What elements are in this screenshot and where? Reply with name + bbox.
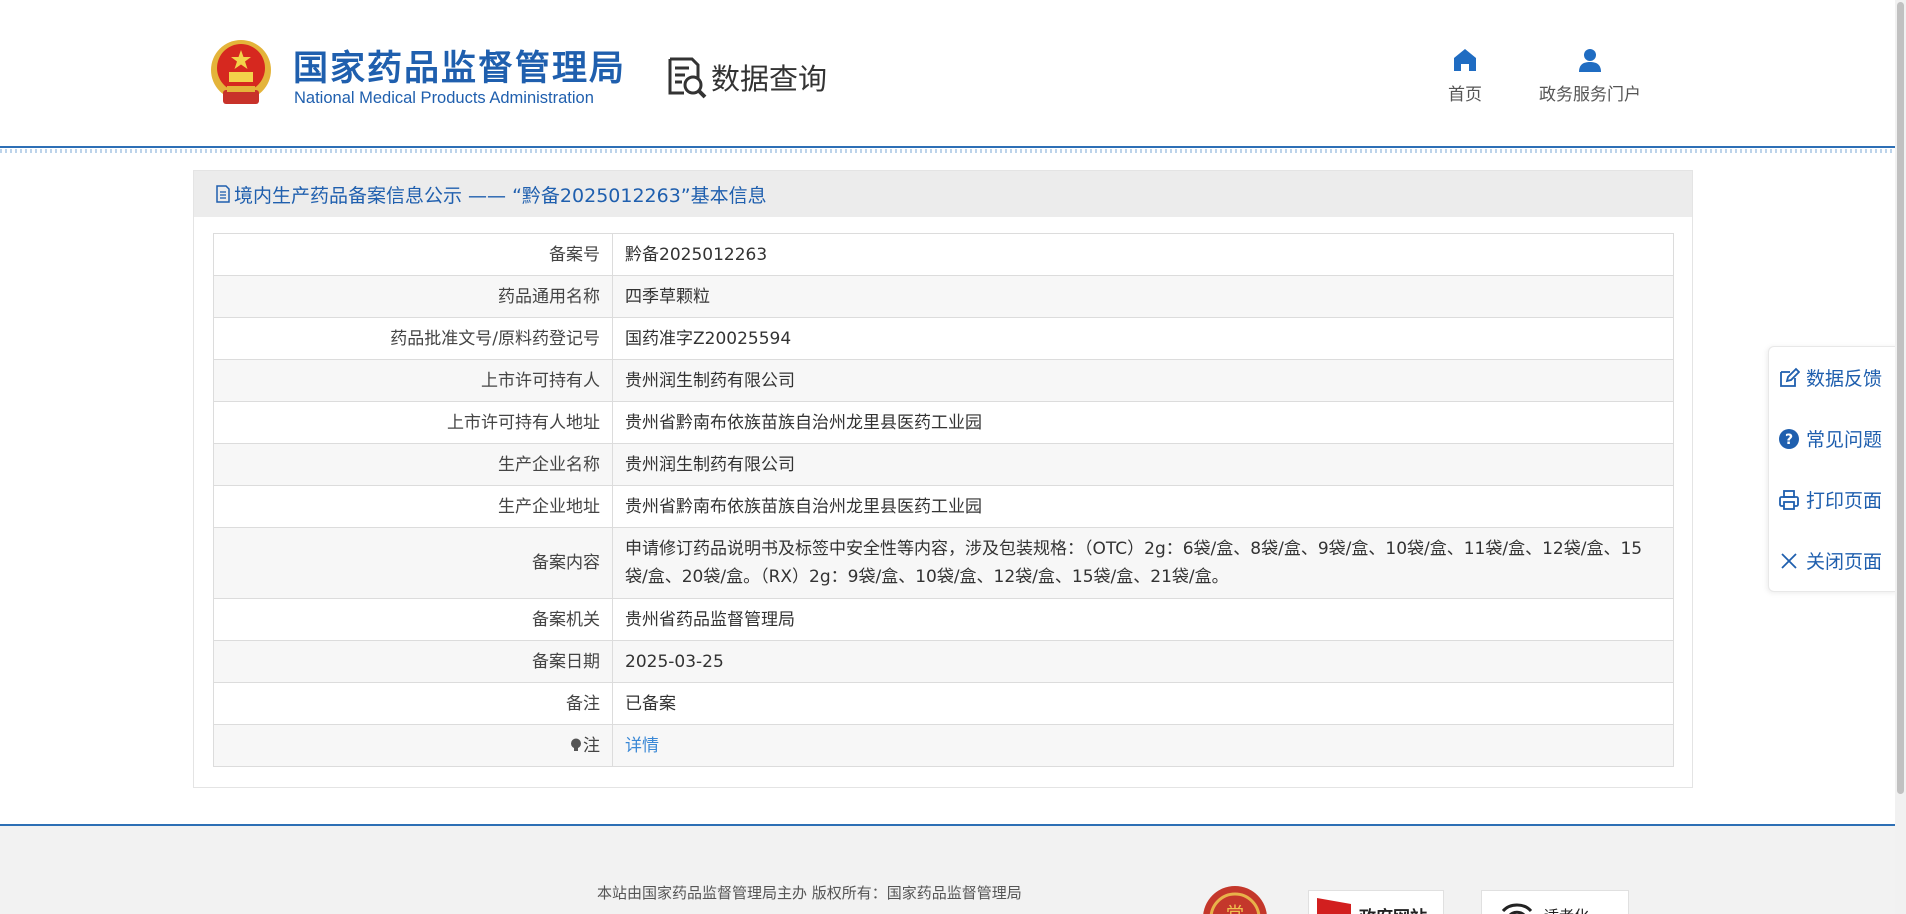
print-button[interactable]: 打印页面 [1769, 469, 1897, 530]
wifi-icon [1501, 903, 1533, 914]
close-icon [1781, 552, 1797, 569]
row-label: 药品通用名称 [213, 275, 613, 318]
page-scrollbar[interactable] [1895, 0, 1906, 914]
table-row: 生产企业名称 贵州润生制药有限公司 [213, 443, 1674, 486]
table-row: 备注 已备案 [213, 682, 1674, 725]
site-footer: 本站由国家药品监督管理局主办 版权所有：国家药品监督管理局 党 政府网站 适老化 [0, 824, 1895, 914]
record-info-table: 备案号 黔备2025012263 药品通用名称 四季草颗粒 药品批准文号/原料药… [213, 233, 1674, 767]
table-row: 生产企业地址 贵州省黔南布依族苗族自治州龙里县医药工业园 [213, 485, 1674, 528]
printer-icon [1779, 489, 1799, 510]
table-row: 上市许可持有人 贵州润生制药有限公司 [213, 359, 1674, 402]
table-row: 备案机关 贵州省药品监督管理局 [213, 598, 1674, 641]
nav-home-label: 首页 [1448, 85, 1482, 105]
floating-toolbar: 数据反馈 ? 常见问题 打印页面 关闭页面 [1768, 346, 1898, 592]
row-label: 备案日期 [213, 640, 613, 683]
data-query-label: 数据查询 [711, 62, 828, 96]
gov-badge-label: 政府网站 [1359, 903, 1427, 914]
row-value: 申请修订药品说明书及标签中安全性等内容，涉及包装规格：（OTC）2g：6袋/盒、… [612, 527, 1674, 599]
scrollbar-thumb[interactable] [1897, 2, 1904, 794]
row-label: 上市许可持有人地址 [213, 401, 613, 444]
national-emblem-icon [211, 40, 271, 104]
row-value: 四季草颗粒 [612, 275, 1674, 318]
faq-label: 常见问题 [1806, 429, 1883, 451]
note-label: 注 [583, 735, 600, 756]
nav-gov-service-portal[interactable]: 政务服务门户 [1536, 46, 1644, 105]
question-icon: ? [1779, 428, 1799, 449]
row-label: 上市许可持有人 [213, 359, 613, 402]
row-value: 详情 [612, 724, 1674, 767]
logo-title-en: National Medical Products Administration [294, 89, 594, 107]
row-value: 贵州省黔南布依族苗族自治州龙里县医药工业园 [612, 485, 1674, 528]
document-icon [216, 185, 230, 203]
party-emblem-icon[interactable]: 党 [1203, 886, 1267, 914]
panel-title: 境内生产药品备案信息公示 —— “黔备2025012263”基本信息 [234, 184, 767, 207]
row-label: 生产企业名称 [213, 443, 613, 486]
row-value: 贵州润生制药有限公司 [612, 443, 1674, 486]
feedback-label: 数据反馈 [1806, 368, 1883, 390]
user-icon [1579, 49, 1601, 72]
record-panel: 境内生产药品备案信息公示 —— “黔备2025012263”基本信息 备案号 黔… [193, 170, 1693, 788]
row-label: 备案机关 [213, 598, 613, 641]
row-label: 备注 [213, 682, 613, 725]
table-row: 备案号 黔备2025012263 [213, 233, 1674, 276]
nav-portal-label: 政务服务门户 [1539, 85, 1641, 105]
aging-friendly-badge[interactable]: 适老化 [1481, 890, 1629, 914]
table-row: 药品通用名称 四季草颗粒 [213, 275, 1674, 318]
row-value: 贵州润生制药有限公司 [612, 359, 1674, 402]
row-label: 备案号 [213, 233, 613, 276]
panel-header: 境内生产药品备案信息公示 —— “黔备2025012263”基本信息 [194, 171, 1692, 217]
row-value: 贵州省黔南布依族苗族自治州龙里县医药工业园 [612, 401, 1674, 444]
row-label: 药品批准文号/原料药登记号 [213, 317, 613, 360]
table-row: 备案内容 申请修订药品说明书及标签中安全性等内容，涉及包装规格：（OTC）2g：… [213, 527, 1674, 599]
close-page-label: 关闭页面 [1806, 551, 1883, 573]
row-value: 黔备2025012263 [612, 233, 1674, 276]
row-value: 国药准字Z20025594 [612, 317, 1674, 360]
row-label-note: 注 [213, 724, 613, 767]
table-row: 药品批准文号/原料药登记号 国药准字Z20025594 [213, 317, 1674, 360]
row-value: 贵州省药品监督管理局 [612, 598, 1674, 641]
logo-title-cn: 国家药品监督管理局 [293, 49, 627, 89]
details-link[interactable]: 详情 [625, 736, 659, 756]
faq-button[interactable]: ? 常见问题 [1769, 408, 1897, 469]
document-search-icon [668, 57, 707, 99]
gov-website-badge[interactable]: 政府网站 [1308, 890, 1444, 914]
print-label: 打印页面 [1806, 490, 1883, 512]
emblem-mark-icon: 党 [1209, 892, 1261, 914]
row-label: 备案内容 [213, 527, 613, 599]
edit-icon [1780, 367, 1800, 387]
table-row: 注 详情 [213, 724, 1674, 767]
table-row: 备案日期 2025-03-25 [213, 640, 1674, 683]
feedback-button[interactable]: 数据反馈 [1769, 347, 1897, 408]
site-header: 国家药品监督管理局 National Medical Products Admi… [0, 0, 1895, 153]
lightbulb-icon [571, 738, 581, 751]
row-value: 2025-03-25 [612, 640, 1674, 683]
aging-badge-label: 适老化 [1544, 905, 1589, 914]
close-page-button[interactable]: 关闭页面 [1769, 530, 1897, 591]
red-flag-icon [1317, 898, 1351, 914]
home-icon [1454, 49, 1476, 71]
data-query-title: 数据查询 [665, 54, 827, 100]
table-row: 上市许可持有人地址 贵州省黔南布依族苗族自治州龙里县医药工业园 [213, 401, 1674, 444]
row-label: 生产企业地址 [213, 485, 613, 528]
footer-copyright: 本站由国家药品监督管理局主办 版权所有：国家药品监督管理局 [597, 884, 1022, 902]
svg-text:党: 党 [1226, 904, 1244, 914]
svg-text:?: ? [1785, 432, 1793, 448]
nav-home[interactable]: 首页 [1443, 46, 1487, 105]
row-value: 已备案 [612, 682, 1674, 725]
